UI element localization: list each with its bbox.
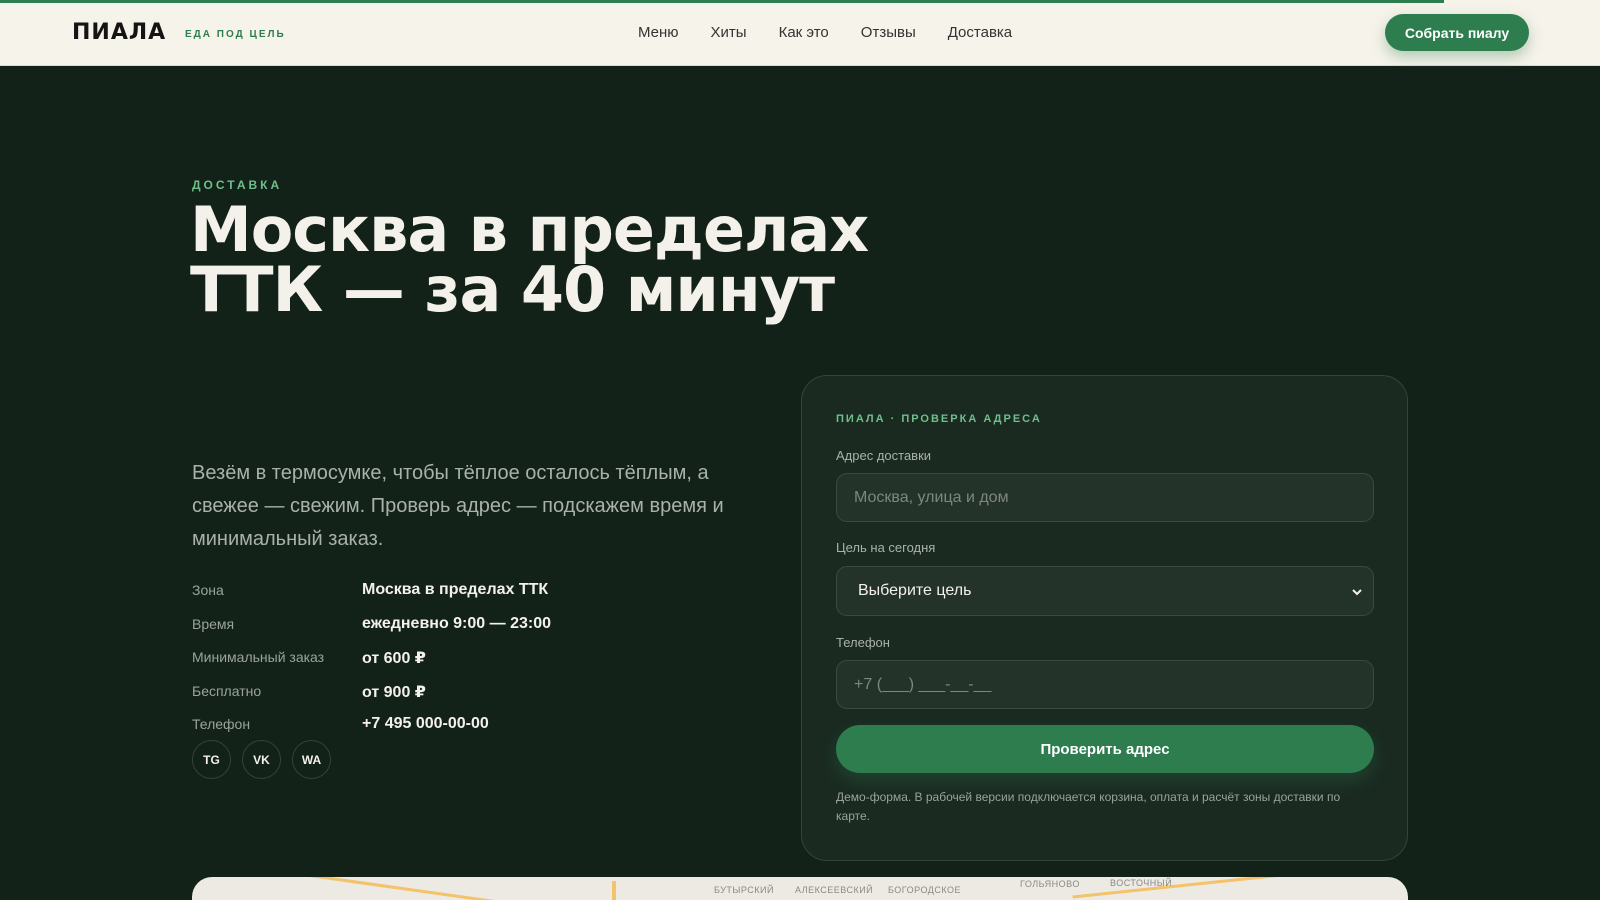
- goal-select-value: Выберите цель: [858, 582, 972, 599]
- nav-delivery[interactable]: Доставка: [948, 24, 1012, 41]
- vk-link[interactable]: VK: [242, 740, 281, 779]
- telegram-link[interactable]: TG: [192, 740, 231, 779]
- info-label: Минимальный заказ: [192, 649, 325, 665]
- form-eyebrow: ПИАЛА · ПРОВЕРКА АДРЕСА: [836, 413, 1042, 425]
- address-label: Адрес доставки: [836, 448, 932, 463]
- info-value: ежедневно 9:00 — 23:00: [362, 615, 551, 632]
- info-row-free: Бесплатно от 900 ₽: [192, 683, 592, 703]
- logo[interactable]: ПИАЛА: [72, 20, 166, 45]
- section-eyebrow: ДОСТАВКА: [192, 178, 283, 192]
- info-label: Бесплатно: [192, 683, 262, 699]
- phone-input[interactable]: [836, 660, 1374, 709]
- info-label: Время: [192, 616, 235, 632]
- lead-text: Везём в термосумке, чтобы тёплое осталос…: [192, 462, 724, 550]
- info-value: от 600 ₽: [362, 650, 426, 667]
- scroll-progress-bar: [0, 0, 1444, 3]
- map-road: [253, 877, 551, 900]
- address-check-form: ПИАЛА · ПРОВЕРКА АДРЕСА Адрес доставки Ц…: [801, 375, 1408, 861]
- nav-how-it-works[interactable]: Как это: [779, 24, 829, 41]
- social-links: TG VK WA: [192, 740, 342, 779]
- map-label: БОГОРОДСКОЕ: [888, 885, 962, 895]
- info-value: Москва в пределах ТТК: [362, 581, 549, 598]
- address-input[interactable]: [836, 473, 1374, 522]
- delivery-map[interactable]: БУТЫРСКИЙ АЛЕКСЕЕВСКИЙ БОГОРОДСКОЕ ГОЛЬЯ…: [192, 877, 1408, 900]
- check-address-button[interactable]: Проверить адрес: [836, 725, 1374, 773]
- phone-label: Телефон: [836, 635, 890, 650]
- info-row-min-order: Минимальный заказ от 600 ₽: [192, 649, 592, 669]
- form-note: Демо-форма. В рабочей версии подключаетс…: [836, 790, 1341, 823]
- map-label: АЛЕКСЕЕВСКИЙ: [795, 885, 874, 895]
- main-nav: Меню Хиты Как это Отзывы Доставка: [638, 24, 1044, 41]
- site-header: ПИАЛА ЕДА ПОД ЦЕЛЬ Меню Хиты Как это Отз…: [0, 0, 1600, 66]
- goal-select[interactable]: Выберите цель: [836, 566, 1374, 616]
- map-label: ВОСТОЧНЫЙ: [1110, 878, 1173, 888]
- map-road: [612, 881, 616, 900]
- chevron-down-icon: [1352, 589, 1362, 596]
- map-label: БУТЫРСКИЙ: [714, 885, 774, 895]
- whatsapp-link[interactable]: WA: [292, 740, 331, 779]
- map-label: ГОЛЬЯНОВО: [1020, 879, 1080, 889]
- info-row-time: Время ежедневно 9:00 — 23:00: [192, 615, 592, 636]
- goal-label: Цель на сегодня: [836, 540, 936, 555]
- title-line-2: ТТК — за 40 минут: [190, 253, 835, 326]
- page-title: Москва в пределах ТТК — за 40 минут: [190, 199, 1010, 321]
- info-label: Зона: [192, 582, 224, 598]
- logo-tagline: ЕДА ПОД ЦЕЛЬ: [185, 29, 286, 40]
- info-label: Телефон: [192, 716, 251, 732]
- phone-link[interactable]: +7 495 000-00-00: [362, 715, 489, 733]
- info-value: от 900 ₽: [362, 684, 426, 701]
- nav-reviews[interactable]: Отзывы: [861, 24, 916, 41]
- build-bowl-button[interactable]: Собрать пиалу: [1385, 14, 1529, 51]
- map-road: [1072, 877, 1312, 899]
- info-row-zone: Зона Москва в пределах ТТК: [192, 581, 592, 602]
- nav-hits[interactable]: Хиты: [711, 24, 747, 41]
- info-row-phone: Телефон +7 495 000-00-00: [192, 715, 592, 736]
- nav-menu[interactable]: Меню: [638, 24, 679, 41]
